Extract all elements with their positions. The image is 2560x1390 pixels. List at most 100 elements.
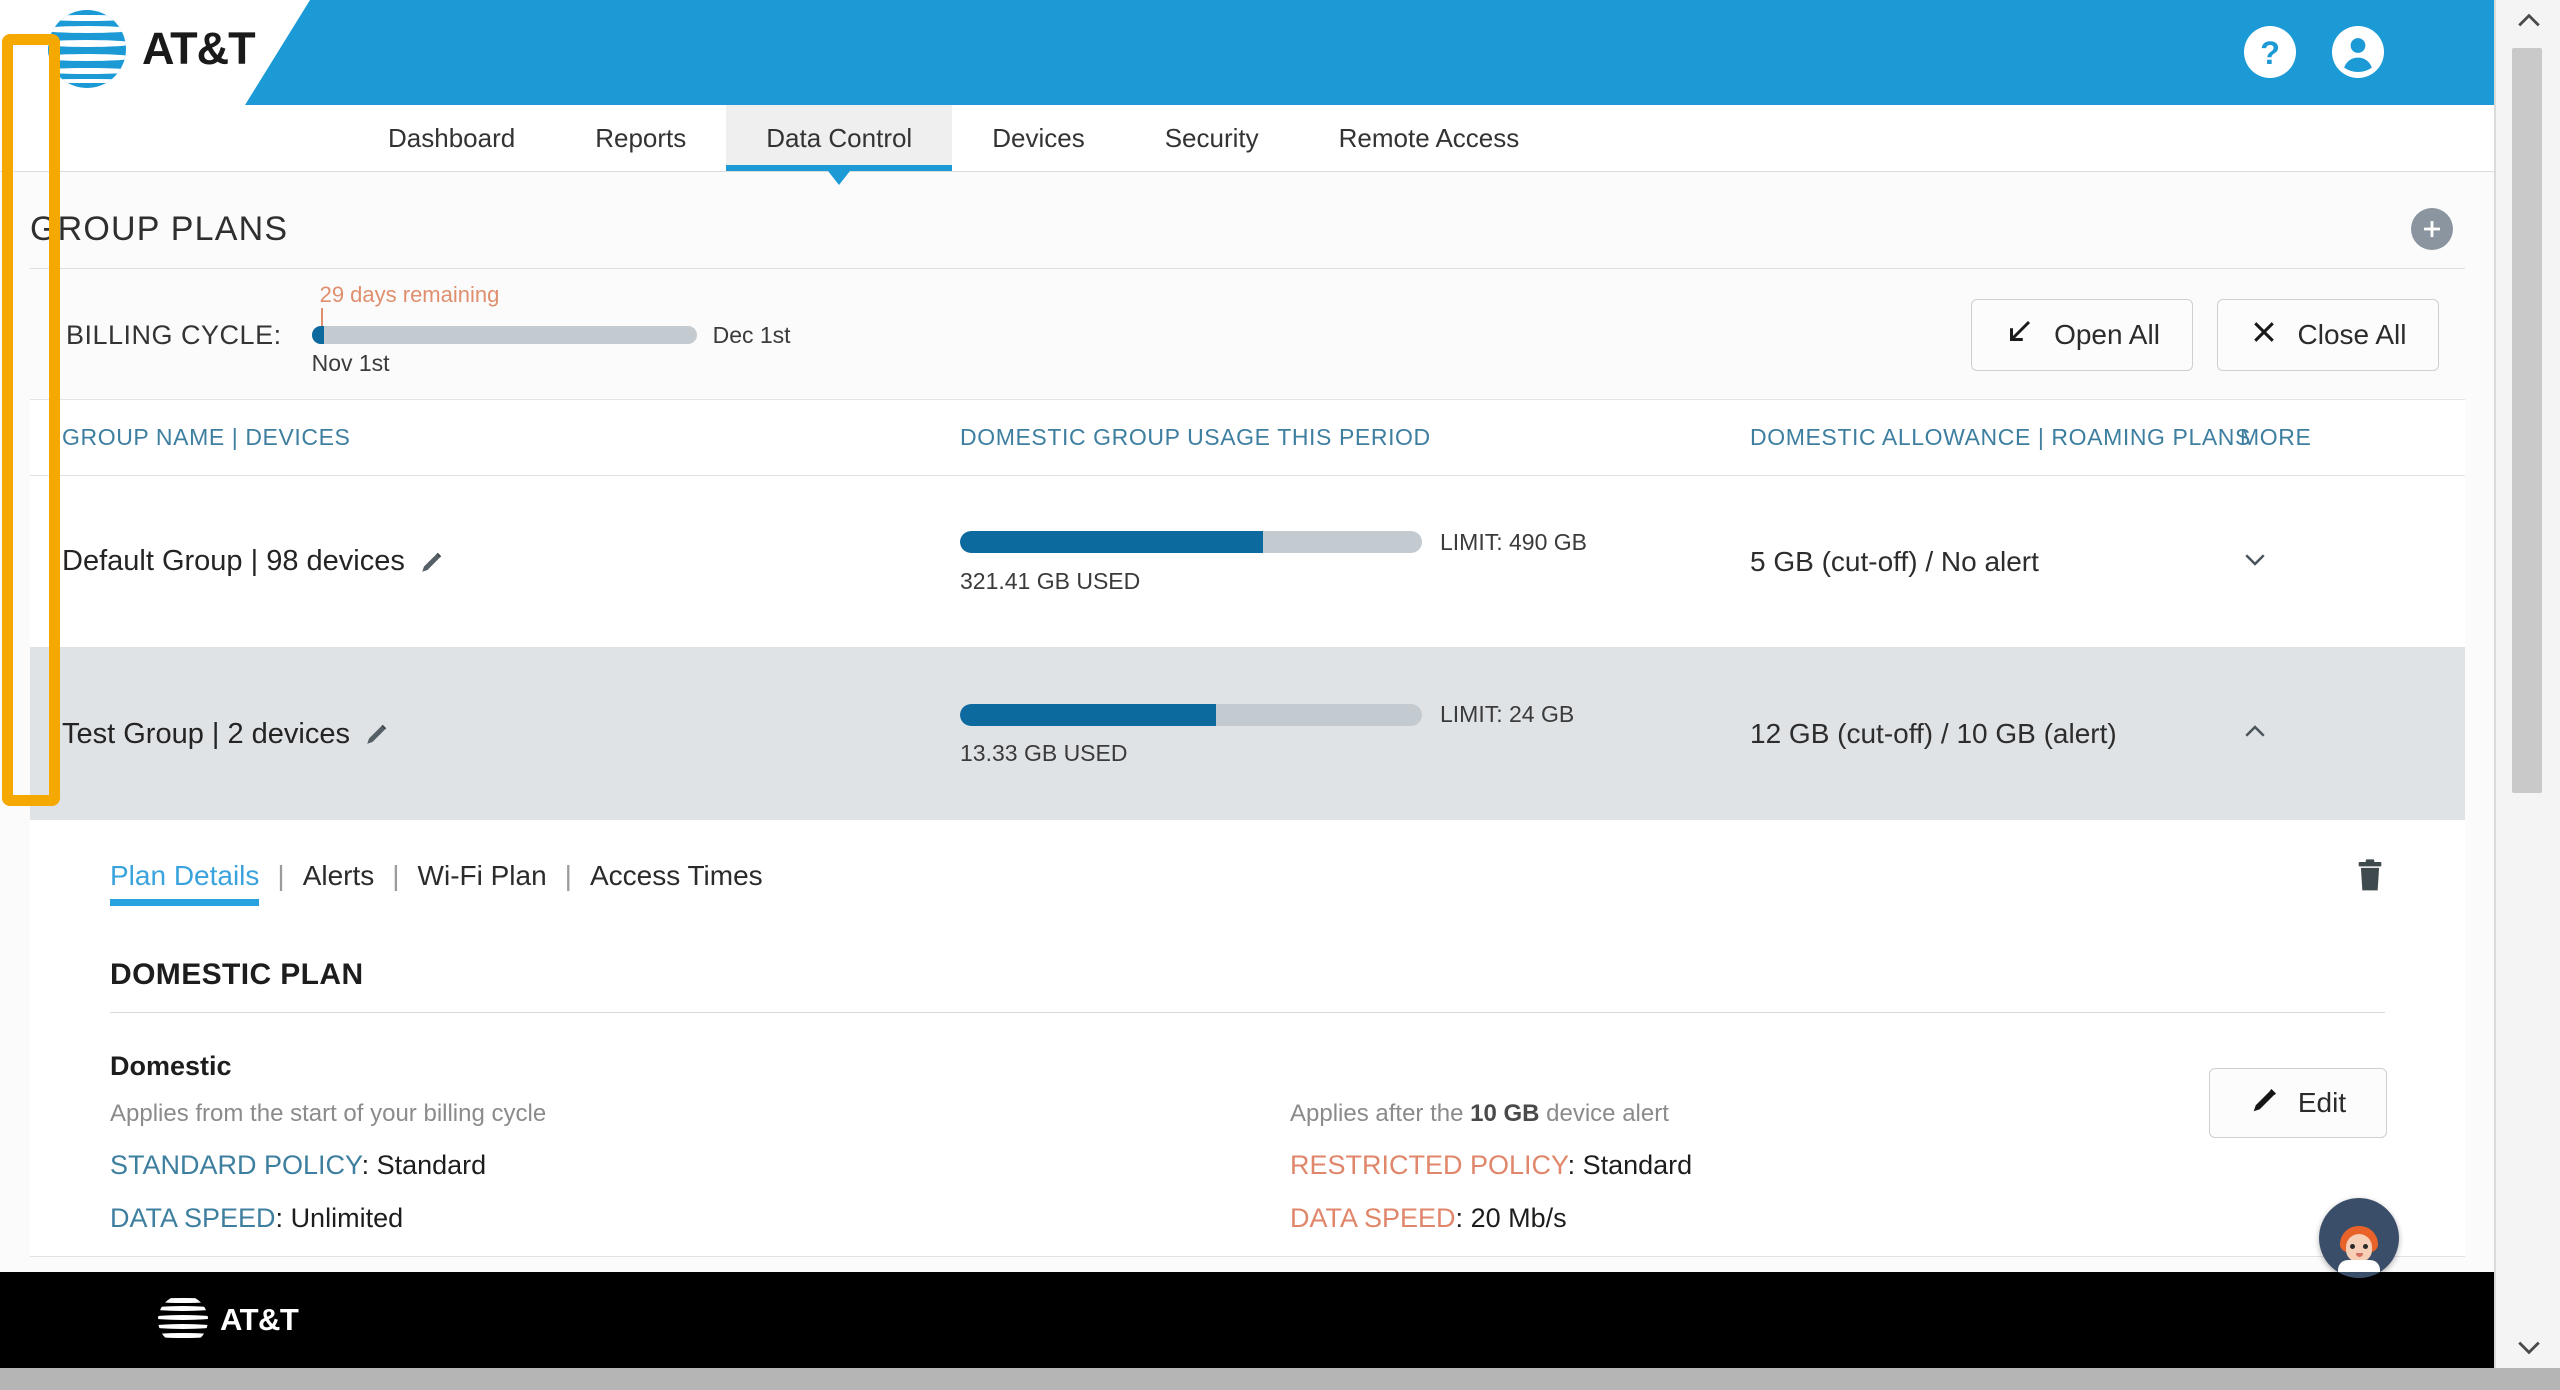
chat-assistant-button[interactable] bbox=[2319, 1198, 2399, 1278]
more-cell bbox=[2240, 544, 2465, 579]
column-header-group-name[interactable]: GROUP NAME | DEVICES bbox=[30, 424, 960, 451]
app-header: AT&T ? bbox=[0, 0, 2494, 105]
allowance-label: 5 GB (cut-off) / No alert bbox=[1750, 545, 2039, 577]
restricted-data-speed-key: DATA SPEED bbox=[1290, 1203, 1456, 1233]
nav-tab-label: Devices bbox=[992, 122, 1085, 153]
usage-progress-bar bbox=[960, 703, 1422, 726]
nav-tab-label: Security bbox=[1164, 122, 1259, 153]
restricted-note-prefix: Applies after the bbox=[1290, 1100, 1471, 1127]
chevron-down-icon[interactable] bbox=[2240, 544, 2270, 574]
usage-used-label: 321.41 GB USED bbox=[960, 567, 1141, 594]
att-globe-icon bbox=[158, 1295, 208, 1345]
subtab-access-times[interactable]: Access Times bbox=[590, 860, 763, 906]
close-x-icon bbox=[2250, 318, 2278, 352]
allowance-label: 12 GB (cut-off) / 10 GB (alert) bbox=[1750, 718, 2117, 749]
edit-group-name-pencil-icon[interactable] bbox=[364, 721, 390, 747]
billing-cycle-row: BILLING CYCLE: 29 days remaining Nov 1st… bbox=[0, 269, 2494, 399]
column-header-more[interactable]: MORE bbox=[2240, 424, 2465, 451]
standard-policy-line: STANDARD POLICY: Standard bbox=[110, 1150, 487, 1180]
usage-progress-bar bbox=[960, 531, 1422, 553]
nav-tab-label: Data Control bbox=[766, 122, 913, 153]
delete-group-button[interactable] bbox=[2353, 858, 2387, 901]
column-header-allowance[interactable]: DOMESTIC ALLOWANCE | ROAMING PLANS bbox=[1750, 424, 2250, 451]
trash-icon bbox=[2358, 859, 2382, 891]
group-name-cell: Test Group | 2 devices bbox=[30, 718, 960, 751]
edit-plan-label: Edit bbox=[2297, 1087, 2347, 1118]
group-detail-panel: Plan Details | Alerts | Wi-Fi Plan | Acc… bbox=[30, 820, 2465, 1257]
standard-data-speed-value: Unlimited bbox=[290, 1203, 404, 1233]
edit-group-name-pencil-icon[interactable] bbox=[419, 549, 445, 575]
header-icon-group: ? bbox=[2244, 26, 2384, 78]
subtab-separator: | bbox=[392, 860, 400, 891]
browser-window: AT&T ? Dashboard Reports Data Control De… bbox=[0, 0, 2560, 1390]
nav-tab-data-control[interactable]: Data Control bbox=[726, 105, 953, 185]
billing-start-date: Nov 1st bbox=[311, 350, 390, 376]
scroll-down-arrow-icon[interactable] bbox=[2496, 1326, 2560, 1368]
chevron-up-icon[interactable] bbox=[2240, 717, 2270, 747]
att-logo[interactable]: AT&T bbox=[48, 10, 256, 88]
table-row[interactable]: Default Group | 98 devices LIMIT: 490 GB… bbox=[30, 476, 2465, 648]
subtab-wifi-plan[interactable]: Wi-Fi Plan bbox=[418, 860, 547, 906]
scrollbar-thumb[interactable] bbox=[2512, 48, 2542, 793]
standard-policy-value: Standard bbox=[376, 1150, 487, 1180]
restricted-data-speed-value: 20 Mb/s bbox=[1470, 1203, 1567, 1233]
standard-data-speed-key: DATA SPEED bbox=[110, 1203, 276, 1233]
help-circle-icon[interactable]: ? bbox=[2244, 26, 2296, 78]
account-circle-icon[interactable] bbox=[2332, 26, 2384, 78]
page-viewport: AT&T ? Dashboard Reports Data Control De… bbox=[0, 0, 2495, 1368]
billing-cycle-slider[interactable]: 29 days remaining Nov 1st bbox=[311, 282, 697, 376]
panel-subtabs: Plan Details | Alerts | Wi-Fi Plan | Acc… bbox=[110, 860, 2385, 906]
restricted-note-suffix: device alert bbox=[1539, 1100, 1669, 1127]
table-header-row: GROUP NAME | DEVICES DOMESTIC GROUP USAG… bbox=[30, 400, 2465, 476]
table-row[interactable]: Test Group | 2 devices LIMIT: 24 GB 13.3… bbox=[30, 648, 2465, 820]
subtab-alerts[interactable]: Alerts bbox=[303, 860, 375, 906]
nav-tab-remote-access[interactable]: Remote Access bbox=[1299, 105, 1560, 171]
nav-tab-reports[interactable]: Reports bbox=[555, 105, 726, 171]
open-all-button[interactable]: Open All bbox=[1971, 299, 2193, 371]
usage-progress-fill bbox=[960, 703, 1217, 726]
att-wordmark: AT&T bbox=[142, 23, 256, 74]
group-name-label: Test Group | 2 devices bbox=[62, 717, 351, 750]
nav-tab-devices[interactable]: Devices bbox=[952, 105, 1124, 171]
nav-tab-dashboard[interactable]: Dashboard bbox=[348, 105, 555, 171]
open-all-label: Open All bbox=[2054, 319, 2160, 350]
allowance-cell: 5 GB (cut-off) / No alert bbox=[1750, 546, 2240, 578]
group-name-label: Default Group | 98 devices bbox=[62, 545, 405, 577]
pencil-icon bbox=[2250, 1085, 2280, 1122]
page-title-row: GROUP PLANS bbox=[0, 172, 2494, 250]
billing-track bbox=[311, 326, 697, 344]
nav-tab-security[interactable]: Security bbox=[1125, 105, 1299, 171]
subtab-label: Access Times bbox=[589, 860, 763, 891]
scroll-up-arrow-icon[interactable] bbox=[2496, 0, 2560, 42]
group-plans-table: GROUP NAME | DEVICES DOMESTIC GROUP USAG… bbox=[30, 399, 2465, 1257]
column-header-usage[interactable]: DOMESTIC GROUP USAGE THIS PERIOD bbox=[960, 424, 1750, 451]
days-remaining-label: 29 days remaining bbox=[319, 282, 500, 307]
usage-cell: LIMIT: 490 GB 321.41 GB USED bbox=[960, 529, 1750, 595]
standard-data-speed-line: DATA SPEED: Unlimited bbox=[110, 1203, 404, 1233]
subtab-separator: | bbox=[277, 860, 285, 891]
plan-column-restricted: Applies after the 10 GB device alert RES… bbox=[1290, 1051, 2170, 1256]
chat-avatar-icon bbox=[2336, 1226, 2382, 1272]
page-title: GROUP PLANS bbox=[30, 209, 289, 248]
usage-cell: LIMIT: 24 GB 13.33 GB USED bbox=[960, 701, 1750, 767]
window-bottom-edge bbox=[0, 1368, 2560, 1390]
close-all-button[interactable]: Close All bbox=[2217, 299, 2439, 371]
billing-fill bbox=[311, 326, 324, 344]
nav-tab-label: Remote Access bbox=[1338, 122, 1520, 153]
allowance-cell: 12 GB (cut-off) / 10 GB (alert) bbox=[1750, 718, 2240, 750]
add-group-plan-button[interactable] bbox=[2411, 208, 2453, 250]
vertical-scrollbar[interactable] bbox=[2495, 0, 2560, 1368]
edit-plan-button[interactable]: Edit bbox=[2209, 1068, 2387, 1138]
subtab-plan-details[interactable]: Plan Details bbox=[110, 860, 260, 906]
restricted-note-threshold: 10 GB bbox=[1470, 1100, 1540, 1127]
svg-text:?: ? bbox=[2260, 35, 2280, 71]
group-name-cell: Default Group | 98 devices bbox=[30, 545, 960, 578]
active-tab-caret-icon bbox=[828, 171, 851, 185]
arrow-down-left-icon bbox=[2004, 317, 2034, 353]
billing-actions: Open All Close All bbox=[1971, 299, 2439, 371]
subtab-label: Wi-Fi Plan bbox=[417, 860, 547, 891]
restricted-policy-line: RESTRICTED POLICY: Standard bbox=[1290, 1150, 1693, 1180]
section-divider bbox=[110, 1012, 2385, 1013]
restricted-plan-note: Applies after the 10 GB device alert bbox=[1290, 1100, 2170, 1128]
billing-cycle-label: BILLING CYCLE: bbox=[66, 319, 282, 350]
